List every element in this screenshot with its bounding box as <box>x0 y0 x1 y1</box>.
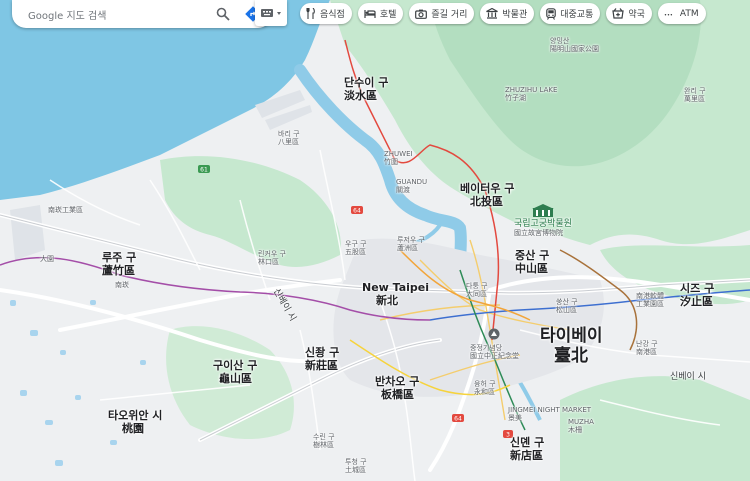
search-icon[interactable] <box>212 3 234 25</box>
chip-museum[interactable]: 박물관 <box>480 3 535 24</box>
chip-label: ATM <box>679 8 699 19</box>
area-label-muzha[interactable]: MUZHA 木柵 <box>568 418 594 434</box>
district-label-yonghe[interactable]: 융허 구 永和區 <box>474 380 496 396</box>
svg-text:•••: ••• <box>664 12 673 17</box>
district-label-wanli[interactable]: 완리 구 萬里區 <box>684 87 706 103</box>
atm-icon: ••• <box>664 12 673 17</box>
city-label-new-taipei[interactable]: New Taipei 新北 <box>362 281 429 307</box>
chip-label: 호텔 <box>379 10 397 20</box>
district-label-banqiao[interactable]: 반차오 구 板橋區 <box>375 375 419 401</box>
search-box[interactable]: Google 지도 검색 <box>12 0 272 28</box>
keyboard-toggle-button[interactable] <box>255 0 287 26</box>
museum-pin-icon[interactable] <box>532 203 554 222</box>
district-label-xizhi[interactable]: 시즈 구 汐止區 <box>680 282 714 308</box>
city-label-taipei[interactable]: 타이베이 臺北 <box>540 326 603 366</box>
district-label-datong[interactable]: 다퉁 구 大同區 <box>466 282 488 298</box>
search-input[interactable]: Google 지도 검색 <box>28 7 212 22</box>
chip-atm[interactable]: ••• ATM <box>657 3 706 24</box>
park-label-yangmingshan[interactable]: 양밍산 陽明山國家公園 <box>550 37 599 53</box>
district-label-shulin[interactable]: 수린 구 樹林區 <box>313 433 335 449</box>
district-label-guishan[interactable]: 구이산 구 龜山區 <box>213 359 257 385</box>
district-label-xindian[interactable]: 신뎬 구 新店區 <box>510 436 544 462</box>
svg-text:61: 61 <box>200 167 208 174</box>
chip-label: 즐길 거리 <box>431 10 468 20</box>
svg-text:64: 64 <box>353 208 361 215</box>
area-label-zhuzihu[interactable]: ZHUZIHU LAKE 竹子湖 <box>505 86 557 102</box>
museum-icon <box>486 8 499 19</box>
city-label-new-taipei-east[interactable]: 신베이 시 <box>670 372 706 382</box>
district-label-nangang[interactable]: 난강 구 南港區 <box>636 340 658 356</box>
svg-text:64: 64 <box>454 416 462 423</box>
district-label-bali[interactable]: 바리 구 八里區 <box>278 130 300 146</box>
chip-pharmacy[interactable]: 약국 <box>606 3 652 24</box>
landmark-pin-icon[interactable] <box>488 325 500 344</box>
district-label-luzhou[interactable]: 루저우 구 蘆洲區 <box>397 236 425 252</box>
transit-icon <box>546 7 557 20</box>
district-label-linkou[interactable]: 린커우 구 林口區 <box>258 250 286 266</box>
chip-restaurant[interactable]: 음식점 <box>300 3 352 24</box>
chip-transit[interactable]: 대중교통 <box>540 3 601 24</box>
district-label-tucheng[interactable]: 투청 구 土城區 <box>345 458 367 474</box>
district-label-xinzhuang[interactable]: 신좡 구 新莊區 <box>305 346 339 372</box>
hotel-icon <box>364 10 376 18</box>
category-chips: 음식점 호텔 즐길 거리 박물관 대중교통 약국 ••• ATM <box>300 3 706 24</box>
restaurant-icon <box>306 8 315 19</box>
chip-label: 박물관 <box>502 10 528 20</box>
pharmacy-icon <box>612 8 625 19</box>
area-label-nangang-park[interactable]: 南港軟體 工業園區 <box>636 292 664 308</box>
district-label-luzhu[interactable]: 루주 구 蘆竹區 <box>102 251 136 277</box>
district-label-danshui[interactable]: 단수이 구 淡水區 <box>344 76 388 102</box>
district-label-zhongshan[interactable]: 중산 구 中山區 <box>515 249 549 275</box>
area-label-nankan[interactable]: 南崁 <box>115 281 129 289</box>
keyboard-icon <box>261 9 281 17</box>
chip-hotel[interactable]: 호텔 <box>357 3 404 24</box>
chip-label: 약국 <box>628 10 645 20</box>
area-label-dayuan[interactable]: 大園 <box>40 255 54 263</box>
area-label-guandu[interactable]: GUANDU 關渡 <box>396 178 427 194</box>
chip-label: 대중교통 <box>560 10 594 20</box>
city-label-taoyuan[interactable]: 타오위안 시 桃園 <box>108 409 162 435</box>
district-label-wugu[interactable]: 우구 구 五股區 <box>345 240 367 256</box>
camera-icon <box>415 9 428 19</box>
area-label-industrial[interactable]: 南崁工業區 <box>48 206 83 214</box>
district-label-songshan[interactable]: 쑹산 구 松山區 <box>556 298 578 314</box>
area-label-zhuwei[interactable]: ZHUWEI 竹圍 <box>384 150 413 166</box>
chip-label: 음식점 <box>320 10 345 20</box>
chip-attractions[interactable]: 즐길 거리 <box>409 3 475 24</box>
district-label-beitou[interactable]: 베이터우 구 北投區 <box>460 182 514 208</box>
poi-label-cks-memorial[interactable]: 중정기념당 國立中正紀念堂 <box>470 344 519 360</box>
